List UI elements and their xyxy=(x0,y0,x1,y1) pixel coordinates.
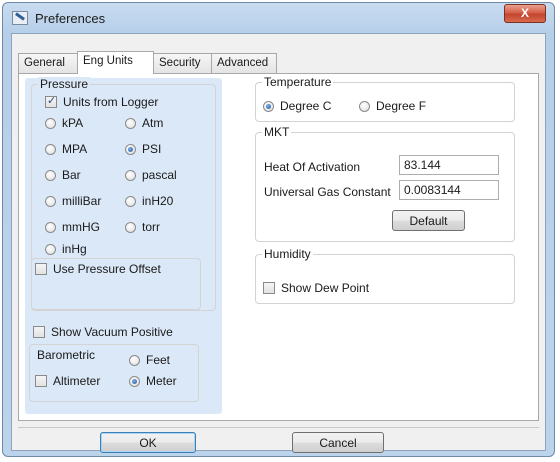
temperature-group-title: Temperature xyxy=(262,75,334,89)
radio-torr[interactable]: torr xyxy=(125,219,160,235)
units-from-logger-label: Units from Logger xyxy=(63,95,159,109)
show-vacuum-positive-label: Show Vacuum Positive xyxy=(51,325,173,339)
radio-degree-f-label: Degree F xyxy=(376,99,427,113)
radio-degree-c[interactable]: Degree C xyxy=(263,98,331,114)
window-title: Preferences xyxy=(35,11,106,26)
radio-psi-label: PSI xyxy=(142,142,162,156)
tab-general[interactable]: General xyxy=(18,53,78,73)
checkbox-box xyxy=(45,94,57,108)
radio-meter-label: Meter xyxy=(146,374,177,388)
mkt-group-title: MKT xyxy=(262,125,292,139)
cancel-button[interactable]: Cancel xyxy=(292,432,384,453)
show-dew-point-label: Show Dew Point xyxy=(281,281,370,295)
close-button[interactable]: X xyxy=(504,4,546,23)
universal-gas-constant-input[interactable] xyxy=(399,180,499,200)
radio-kpa-label: kPA xyxy=(62,116,84,130)
show-dew-point-checkbox[interactable]: Show Dew Point xyxy=(263,280,369,296)
radio-meter[interactable]: Meter xyxy=(129,373,177,389)
radio-pascal-label: pascal xyxy=(142,168,177,182)
radio-millibar[interactable]: milliBar xyxy=(45,193,101,209)
radio-atm-label: Atm xyxy=(142,116,164,130)
humidity-group: Humidity xyxy=(255,247,515,304)
default-button[interactable]: Default xyxy=(392,210,465,231)
ok-button[interactable]: OK xyxy=(100,432,196,453)
title-bar[interactable]: Preferences X xyxy=(3,3,554,33)
radio-pascal[interactable]: pascal xyxy=(125,167,177,183)
altimeter-label: Altimeter xyxy=(53,374,101,388)
radio-atm[interactable]: Atm xyxy=(125,115,163,131)
radio-degree-f[interactable]: Degree F xyxy=(359,98,426,114)
heat-of-activation-input[interactable] xyxy=(399,155,499,175)
humidity-group-title: Humidity xyxy=(262,247,313,261)
radio-feet[interactable]: Feet xyxy=(129,352,170,368)
barometric-title: Barometric xyxy=(37,348,96,362)
use-pressure-offset-checkbox[interactable]: Use Pressure Offset xyxy=(35,261,161,277)
radio-degree-c-label: Degree C xyxy=(280,99,332,113)
radio-mmhg[interactable]: mmHG xyxy=(45,219,100,235)
units-from-logger-checkbox[interactable]: Units from Logger xyxy=(45,94,158,110)
tab-advanced[interactable]: Advanced xyxy=(211,53,277,73)
use-pressure-offset-label: Use Pressure Offset xyxy=(53,262,161,276)
radio-psi[interactable]: PSI xyxy=(125,141,161,157)
tab-eng-units[interactable]: Eng Units xyxy=(77,51,154,74)
eng-units-panel: Pressure Units from Logger kPA Atm MPA P… xyxy=(18,73,539,421)
heat-of-activation-label: Heat Of Activation xyxy=(264,160,361,174)
radio-inh20-label: inH20 xyxy=(142,194,174,208)
tab-security[interactable]: Security xyxy=(153,53,212,73)
radio-feet-label: Feet xyxy=(146,353,171,367)
checkbox-box xyxy=(35,263,47,275)
dialog-client-area: General Eng Units Security Advanced Pres… xyxy=(11,33,546,453)
show-vacuum-positive-checkbox[interactable]: Show Vacuum Positive xyxy=(33,324,173,340)
checkbox-box xyxy=(35,375,47,387)
radio-mmhg-label: mmHG xyxy=(62,220,100,234)
checkbox-box xyxy=(263,282,275,294)
radio-bar[interactable]: Bar xyxy=(45,167,81,183)
universal-gas-constant-label: Universal Gas Constant xyxy=(264,185,391,199)
radio-mpa[interactable]: MPA xyxy=(45,141,87,157)
altimeter-checkbox[interactable]: Altimeter xyxy=(35,373,100,389)
pressure-panel: Pressure Units from Logger kPA Atm MPA P… xyxy=(25,77,222,414)
checkbox-box xyxy=(33,326,45,338)
radio-inhg-label: inHg xyxy=(62,242,87,256)
radio-millibar-label: milliBar xyxy=(62,194,102,208)
radio-torr-label: torr xyxy=(142,220,160,234)
footer-separator xyxy=(18,427,539,428)
pressure-group-title: Pressure xyxy=(38,77,91,91)
preferences-window: Preferences X General Eng Units Security… xyxy=(2,2,555,457)
radio-inhg[interactable]: inHg xyxy=(45,241,87,257)
app-icon xyxy=(12,11,28,25)
radio-bar-label: Bar xyxy=(62,168,81,182)
radio-inh20[interactable]: inH20 xyxy=(125,193,173,209)
radio-kpa[interactable]: kPA xyxy=(45,115,83,131)
radio-mpa-label: MPA xyxy=(62,142,88,156)
